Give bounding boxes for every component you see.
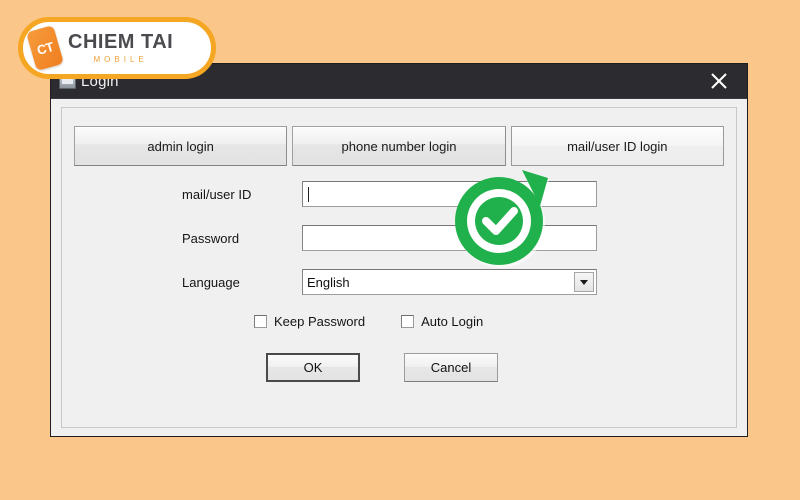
login-options: Keep Password Auto Login <box>74 314 483 329</box>
dialog-buttons: OK Cancel <box>74 353 498 382</box>
password-input[interactable] <box>302 225 597 251</box>
cancel-button-label: Cancel <box>430 360 472 375</box>
text-caret <box>308 186 309 202</box>
auto-login-checkbox[interactable]: Auto Login <box>401 314 483 329</box>
close-icon[interactable] <box>691 64 747 98</box>
tab-mail-user-id-login-label: mail/user ID login <box>567 138 668 154</box>
tab-phone-number-login[interactable]: phone number login <box>292 126 506 166</box>
tab-mail-user-id-login[interactable]: mail/user ID login <box>510 126 724 166</box>
tab-phone-number-login-label: phone number login <box>341 138 457 154</box>
screenshot-canvas: Login admin login phone number login mai… <box>0 0 800 500</box>
auto-login-label: Auto Login <box>421 314 484 329</box>
dialog-body: admin login phone number login mail/user… <box>51 98 747 436</box>
brand-subtitle: MOBILE <box>93 55 148 64</box>
brand-logo: CT CHIEM TAI MOBILE <box>18 17 216 79</box>
login-mode-tabs: admin login phone number login mail/user… <box>74 126 724 166</box>
keep-password-checkbox-box <box>254 315 267 328</box>
password-row: Password <box>74 224 724 252</box>
cancel-button[interactable]: Cancel <box>404 353 498 382</box>
password-label: Password <box>182 230 240 246</box>
mail-user-id-input[interactable] <box>302 181 597 207</box>
keep-password-checkbox[interactable]: Keep Password <box>254 314 365 329</box>
language-selected-value: English <box>307 274 350 290</box>
language-label: Language <box>182 274 240 290</box>
login-dialog: Login admin login phone number login mai… <box>50 63 748 437</box>
tab-admin-login[interactable]: admin login <box>74 126 288 166</box>
tab-admin-login-label: admin login <box>147 138 214 154</box>
language-row: Language English <box>74 268 724 296</box>
brand-name: CHIEM TAI <box>68 31 174 53</box>
auto-login-checkbox-box <box>401 315 415 328</box>
ok-button[interactable]: OK <box>266 353 360 382</box>
dialog-client-area: admin login phone number login mail/user… <box>61 107 737 428</box>
keep-password-label: Keep Password <box>274 314 366 329</box>
chevron-down-icon[interactable] <box>574 272 594 292</box>
ok-button-label: OK <box>303 360 323 375</box>
login-form: mail/user ID Password Language English <box>74 180 724 312</box>
mail-user-id-label: mail/user ID <box>182 186 252 202</box>
mail-user-id-row: mail/user ID <box>74 180 724 208</box>
brand-text: CHIEM TAI MOBILE <box>68 32 173 64</box>
logo-monogram: CT <box>35 38 55 58</box>
phone-icon: CT <box>26 24 64 72</box>
language-select[interactable]: English <box>302 269 597 295</box>
